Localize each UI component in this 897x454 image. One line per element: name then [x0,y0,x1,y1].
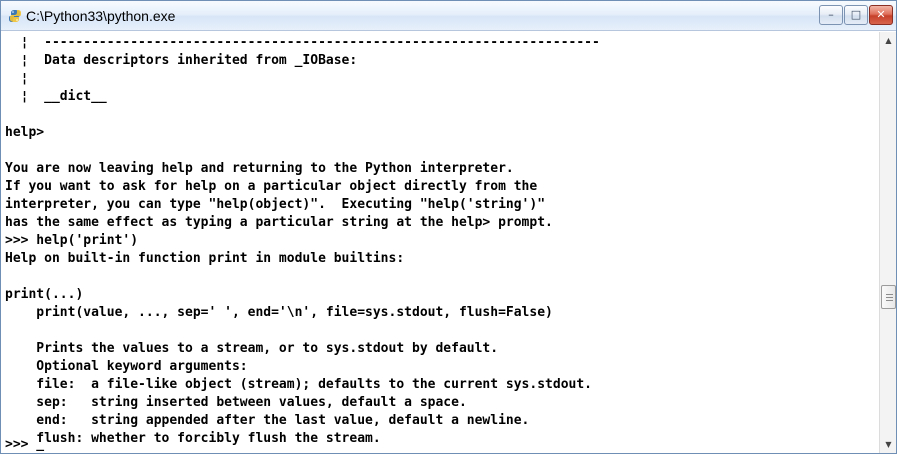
maximize-icon: □ [850,8,862,21]
console-prompt[interactable]: >>> _ [5,436,44,453]
console-line: file: a file-like object (stream); defau… [5,377,592,392]
console-output[interactable]: ¦ --------------------------------------… [2,32,878,453]
console-line: If you want to ask for help on a particu… [5,179,538,194]
console-line: interpreter, you can type "help(object)"… [5,197,546,212]
console-line: flush: whether to forcibly flush the str… [5,431,381,446]
console-line: Help on built-in function print in modul… [5,251,405,266]
python-icon [9,10,21,22]
console-line: ¦ __dict__ [5,89,107,104]
thumb-grip-icon [886,299,893,301]
console-line: You are now leaving help and returning t… [5,161,514,176]
console-line: Prints the values to a stream, or to sys… [5,341,499,356]
close-icon: ✕ [876,8,886,21]
close-button[interactable]: ✕ [869,5,893,25]
scroll-down-icon[interactable]: ▼ [880,436,897,453]
minimize-button[interactable]: – [819,5,843,25]
window-title: C:\Python33\python.exe [26,8,176,24]
console-line: ¦ [5,71,29,86]
console-line: ¦ --------------------------------------… [5,35,600,50]
console-line: help> [5,125,45,140]
thumb-grip-icon [886,293,893,295]
console-window: C:\Python33\python.exe – □ ✕ ¦ ---------… [0,0,897,454]
console-line: print(...) [5,287,84,302]
console-line: end: string appended after the last valu… [5,413,530,428]
minimize-icon: – [828,8,834,21]
console-line: ¦ Data descriptors inherited from _IOBas… [5,53,358,68]
maximize-button[interactable]: □ [844,5,868,25]
console-line: Optional keyword arguments: [5,359,248,374]
title-bar[interactable]: C:\Python33\python.exe – □ ✕ [1,1,896,31]
console-line: >>> help('print') [5,233,139,248]
scroll-thumb[interactable] [881,284,896,309]
scroll-up-icon[interactable]: ▲ [880,32,897,49]
console-line: has the same effect as typing a particul… [5,215,553,230]
console-line: sep: string inserted between values, def… [5,395,467,410]
thumb-grip-icon [886,296,893,298]
console-line: print(value, ..., sep=' ', end='\n', fil… [5,305,553,320]
vertical-scrollbar[interactable]: ▲ ▼ [879,32,896,453]
